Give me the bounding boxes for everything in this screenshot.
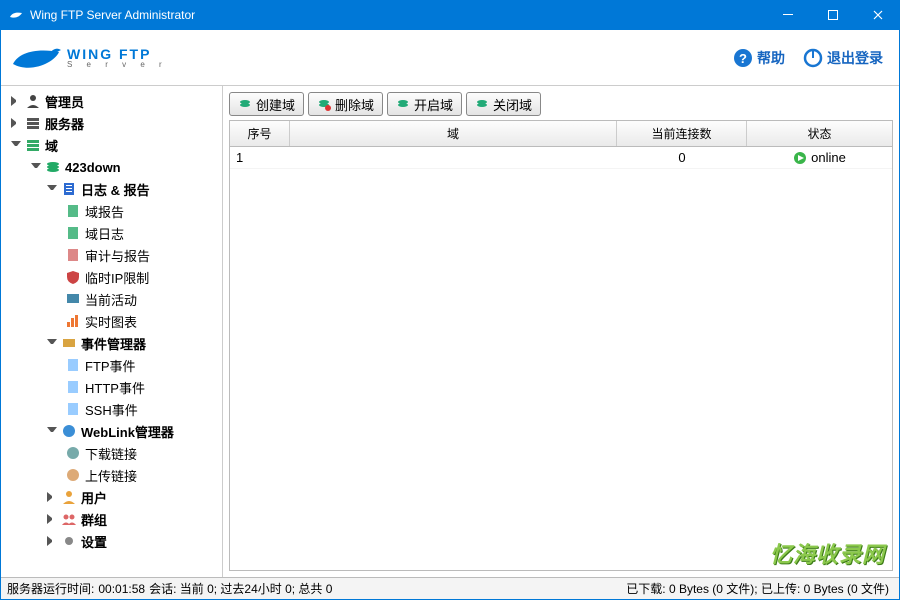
sidebar-item-upload-link[interactable]: 上传链接 [1, 464, 222, 486]
sidebar-item-settings[interactable]: 设置 [1, 530, 222, 552]
report-icon [61, 181, 77, 197]
uptime-value: 00:01:58 [98, 582, 145, 596]
doc-icon [65, 203, 81, 219]
table-body: 1 0 online [230, 147, 892, 570]
stack-stop-icon [475, 97, 489, 111]
svg-text:?: ? [739, 51, 747, 66]
sessions-text: 会话: 当前 0; 过去24小时 0; 总共 0 [149, 580, 332, 597]
doc-icon [65, 225, 81, 241]
stack-play-icon [396, 97, 410, 111]
sidebar-item-download-link[interactable]: 下载链接 [1, 442, 222, 464]
col-seq[interactable]: 序号 [230, 121, 290, 146]
cell-connections: 0 [617, 150, 747, 165]
sidebar-item-http-event[interactable]: HTTP事件 [1, 376, 222, 398]
whale-icon [9, 42, 63, 74]
sidebar-item-groups[interactable]: 群组 [1, 508, 222, 530]
chart-icon [65, 313, 81, 329]
logo-text-sub: S e r v e r [67, 60, 168, 69]
server-icon [25, 115, 41, 131]
col-domain[interactable]: 域 [290, 121, 617, 146]
table-row[interactable]: 1 0 online [230, 147, 892, 169]
sidebar-item-ssh-event[interactable]: SSH事件 [1, 398, 222, 420]
sidebar-item-log-report[interactable]: 日志 & 报告 [1, 178, 222, 200]
group-icon [61, 511, 77, 527]
sidebar-item-weblink[interactable]: WebLink管理器 [1, 420, 222, 442]
sidebar-item-chart[interactable]: 实时图表 [1, 310, 222, 332]
sidebar-item-ip-limit[interactable]: 临时IP限制 [1, 266, 222, 288]
window-title: Wing FTP Server Administrator [30, 8, 765, 22]
help-link[interactable]: ? 帮助 [733, 48, 785, 68]
user-icon [61, 489, 77, 505]
stack-icon [45, 159, 61, 175]
globe-icon [61, 423, 77, 439]
delete-domain-button[interactable]: 删除域 [308, 92, 383, 116]
status-bar: 服务器运行时间: 00:01:58 会话: 当前 0; 过去24小时 0; 总共… [1, 577, 899, 599]
page-icon [65, 401, 81, 417]
col-connections[interactable]: 当前连接数 [617, 121, 747, 146]
logout-link[interactable]: 退出登录 [803, 48, 883, 68]
sidebar-item-event-manager[interactable]: 事件管理器 [1, 332, 222, 354]
sidebar-item-domain-name[interactable]: 423down [1, 156, 222, 178]
domain-table: 序号 域 当前连接数 状态 1 0 online [229, 120, 893, 571]
maximize-button[interactable] [810, 0, 855, 30]
col-status[interactable]: 状态 [747, 121, 892, 146]
page-icon [65, 379, 81, 395]
app-icon [8, 7, 24, 23]
sidebar-item-domain[interactable]: 域 [1, 134, 222, 156]
sidebar-item-domain-report[interactable]: 域报告 [1, 200, 222, 222]
sidebar-item-audit[interactable]: 审计与报告 [1, 244, 222, 266]
domain-icon [25, 137, 41, 153]
sidebar-item-users[interactable]: 用户 [1, 486, 222, 508]
minimize-button[interactable] [765, 0, 810, 30]
window-controls [765, 0, 900, 30]
transfer-text: 已下载: 0 Bytes (0 文件); 已上传: 0 Bytes (0 文件) [626, 580, 889, 597]
create-domain-button[interactable]: 创建域 [229, 92, 304, 116]
cell-status: online [747, 150, 892, 165]
online-icon [793, 151, 807, 165]
sidebar-item-ftp-event[interactable]: FTP事件 [1, 354, 222, 376]
close-button[interactable] [855, 0, 900, 30]
stop-domain-button[interactable]: 关闭域 [466, 92, 541, 116]
shield-icon [65, 269, 81, 285]
start-domain-button[interactable]: 开启域 [387, 92, 462, 116]
uptime-label: 服务器运行时间: [7, 580, 94, 597]
logo: WING FTP S e r v e r [9, 42, 715, 74]
content-pane: 创建域 删除域 开启域 关闭域 序号 域 当前连接数 状态 1 0 [223, 86, 899, 577]
download-icon [65, 445, 81, 461]
monitor-icon [65, 291, 81, 307]
stack-add-icon [238, 97, 252, 111]
event-icon [61, 335, 77, 351]
sidebar-item-activity[interactable]: 当前活动 [1, 288, 222, 310]
gear-icon [61, 533, 77, 549]
sidebar-tree[interactable]: 管理员 服务器 域 423down 日志 & 报告 域报告 域日志 审计与报告 … [1, 86, 223, 577]
sidebar-item-server[interactable]: 服务器 [1, 112, 222, 134]
sidebar-item-domain-log[interactable]: 域日志 [1, 222, 222, 244]
cell-seq: 1 [230, 150, 290, 165]
help-icon: ? [733, 48, 753, 68]
page-icon [65, 357, 81, 373]
sidebar-item-admin[interactable]: 管理员 [1, 90, 222, 112]
domain-toolbar: 创建域 删除域 开启域 关闭域 [229, 92, 893, 116]
admin-icon [25, 93, 41, 109]
power-icon [803, 48, 823, 68]
table-header: 序号 域 当前连接数 状态 [230, 121, 892, 147]
upload-icon [65, 467, 81, 483]
audit-icon [65, 247, 81, 263]
stack-remove-icon [317, 97, 331, 111]
app-header: WING FTP S e r v e r ? 帮助 退出登录 [1, 30, 899, 86]
